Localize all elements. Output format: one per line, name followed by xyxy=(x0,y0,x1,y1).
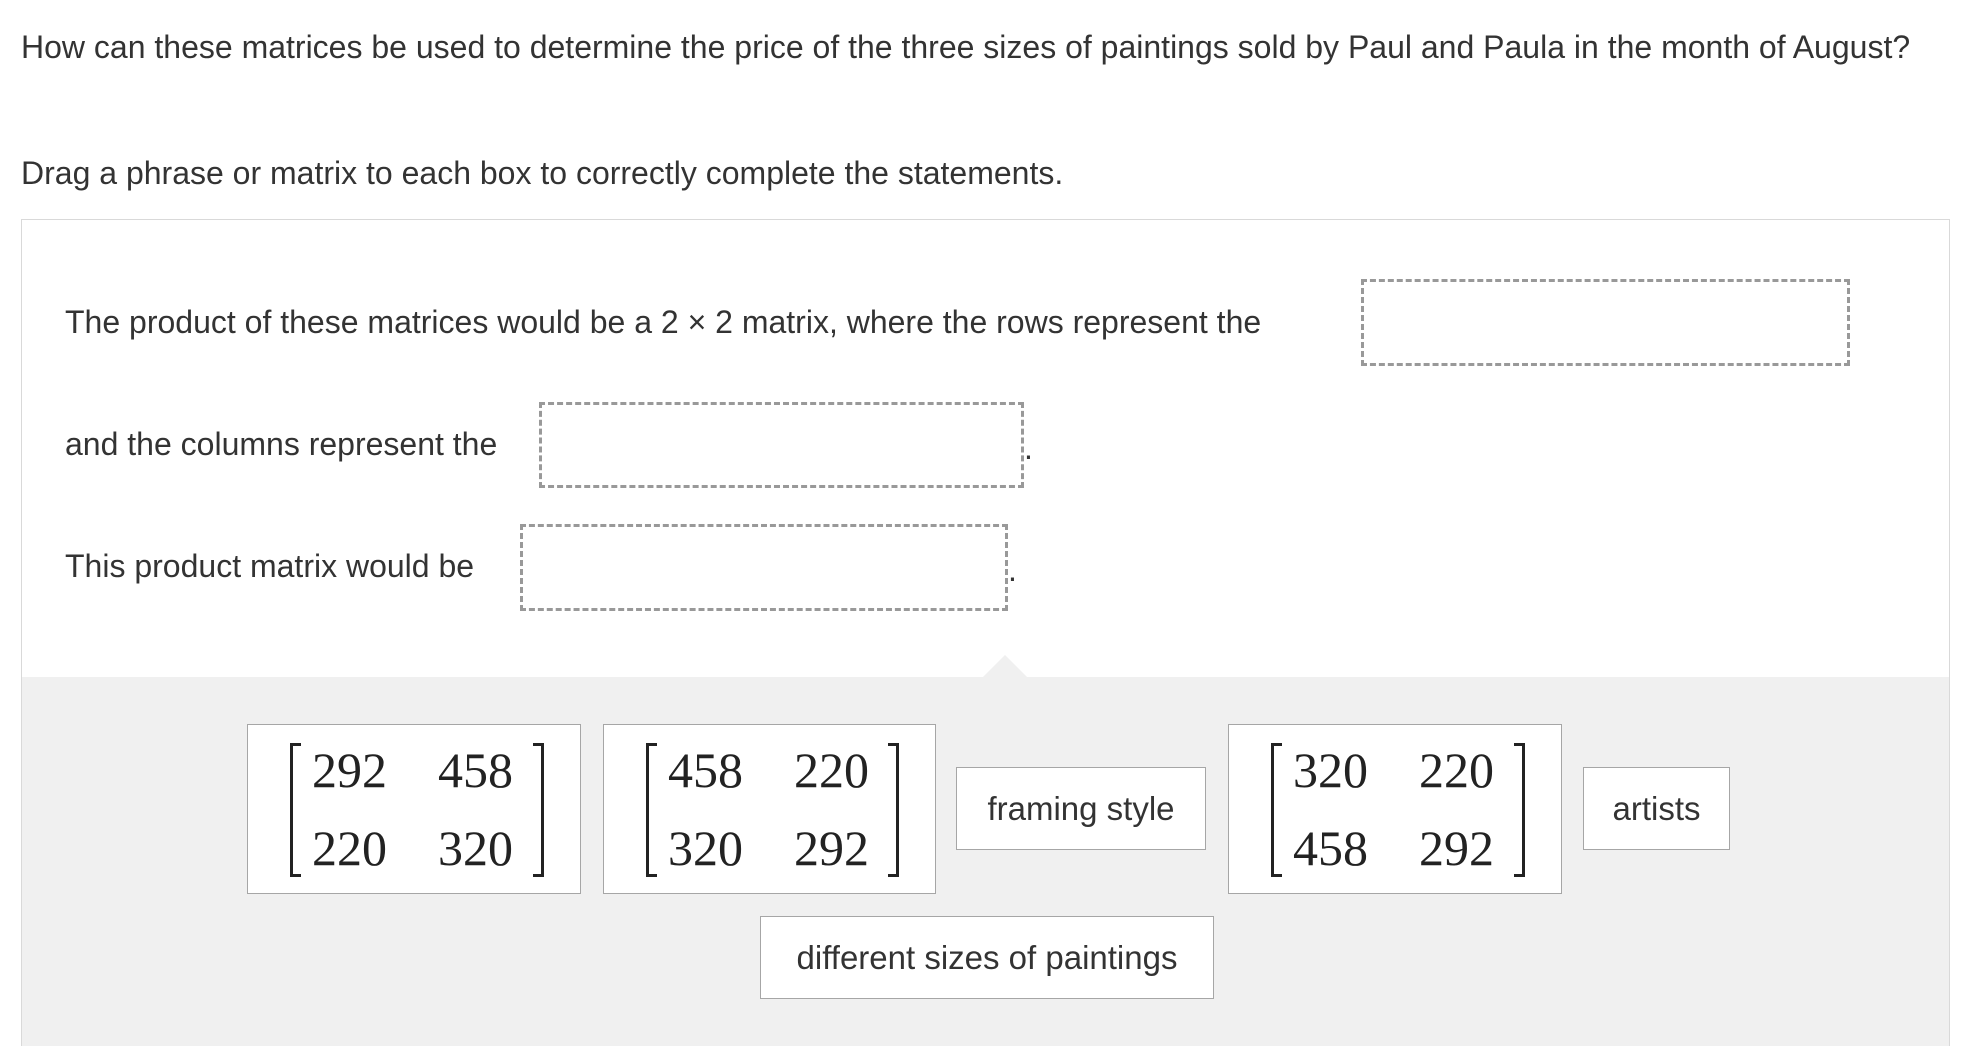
left-bracket xyxy=(1271,743,1282,877)
instruction-text: Drag a phrase or matrix to each box to c… xyxy=(21,155,1064,191)
left-bracket xyxy=(646,743,657,877)
matrix-cell: 292 xyxy=(794,820,869,876)
drop-box-rows[interactable] xyxy=(1361,279,1850,366)
matrix-a: 292 458 220 320 xyxy=(248,725,580,893)
matrix-cell: 220 xyxy=(794,742,869,798)
matrix-tile-c[interactable]: 320 220 458 292 xyxy=(1228,724,1562,894)
matrix-cell: 320 xyxy=(438,820,513,876)
statement-2-text: and the columns represent the xyxy=(65,426,498,462)
matrix-cell: 458 xyxy=(668,742,743,798)
matrix-c: 320 220 458 292 xyxy=(1229,725,1561,893)
matrix-cell: 458 xyxy=(438,742,513,798)
matrix-cell: 458 xyxy=(1293,820,1368,876)
tile-label: artists xyxy=(1612,789,1701,827)
matrix-b: 458 220 320 292 xyxy=(604,725,935,893)
answer-tray: 292 458 220 320 458 220 320 292 framing … xyxy=(22,655,1949,1046)
question-text: How can these matrices be used to determ… xyxy=(21,29,1911,65)
tile-label: different sizes of paintings xyxy=(796,938,1178,976)
statement-1-text: The product of these matrices would be a… xyxy=(65,304,1262,340)
matrix-tile-b[interactable]: 458 220 320 292 xyxy=(603,724,936,894)
right-bracket xyxy=(888,743,899,877)
tray-pointer xyxy=(983,655,1027,677)
drag-drop-panel: The product of these matrices would be a… xyxy=(21,219,1950,1046)
drop-box-columns[interactable] xyxy=(539,402,1024,488)
matrix-tile-a[interactable]: 292 458 220 320 xyxy=(247,724,581,894)
matrix-cell: 320 xyxy=(1293,742,1368,798)
tile-label: framing style xyxy=(987,789,1175,827)
statement-2-period: . xyxy=(1024,430,1033,466)
right-bracket xyxy=(1514,743,1525,877)
matrix-cell: 292 xyxy=(1419,820,1494,876)
matrix-cell: 220 xyxy=(312,820,387,876)
drop-box-product-matrix[interactable] xyxy=(520,524,1008,611)
matrix-cell: 220 xyxy=(1419,742,1494,798)
statement-3-text: This product matrix would be xyxy=(65,548,475,584)
matrix-cell: 292 xyxy=(312,742,387,798)
right-bracket xyxy=(533,743,544,877)
matrix-cell: 320 xyxy=(668,820,743,876)
left-bracket xyxy=(290,743,301,877)
statements-area: The product of these matrices would be a… xyxy=(22,220,1949,678)
phrase-tile-different-sizes[interactable]: different sizes of paintings xyxy=(760,916,1214,999)
phrase-tile-framing-style[interactable]: framing style xyxy=(956,767,1206,850)
statement-3-period: . xyxy=(1008,552,1017,588)
phrase-tile-artists[interactable]: artists xyxy=(1583,767,1730,850)
